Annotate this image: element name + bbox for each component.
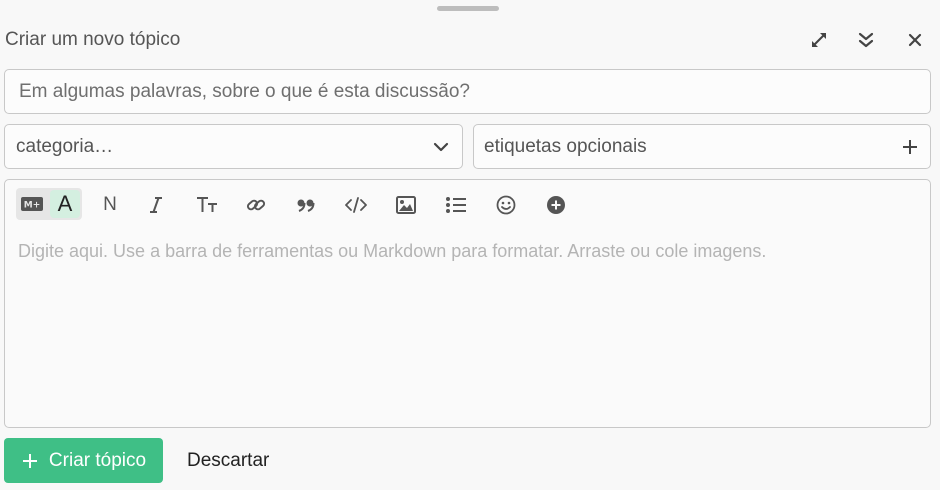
chevron-down-icon: [432, 138, 450, 161]
category-select[interactable]: categoria…: [4, 124, 463, 169]
rich-text-mode-label: A: [57, 191, 73, 216]
header-actions: [805, 26, 935, 54]
discard-button[interactable]: Descartar: [187, 450, 269, 472]
more-options-icon[interactable]: [541, 190, 571, 220]
bulleted-list-icon[interactable]: [441, 190, 471, 220]
resize-grip[interactable]: [437, 6, 499, 11]
editor-textarea[interactable]: [5, 230, 930, 427]
close-icon[interactable]: [903, 28, 927, 52]
topic-title-input[interactable]: [4, 69, 931, 114]
image-upload-icon[interactable]: [391, 190, 421, 220]
markdown-mode-label: M+: [24, 201, 41, 211]
blockquote-icon[interactable]: [291, 190, 321, 220]
italic-icon[interactable]: [141, 190, 171, 220]
category-selected-value: categoria…: [16, 136, 114, 157]
tags-input[interactable]: etiquetas opcionais: [473, 124, 931, 169]
rich-text-mode-button[interactable]: A: [50, 190, 80, 218]
editor: M+ A N: [4, 179, 931, 428]
text-style-glyph: N: [103, 194, 117, 215]
emoji-icon[interactable]: [491, 190, 521, 220]
create-topic-label: Criar tópico: [48, 449, 147, 471]
plus-icon[interactable]: [900, 137, 920, 162]
composer-title: Criar um novo tópico: [5, 29, 181, 50]
markdown-mode-icon[interactable]: M+: [16, 188, 48, 220]
editor-mode-toggle[interactable]: M+ A: [16, 188, 82, 220]
plus-icon: [21, 452, 39, 470]
expand-fullscreen-icon[interactable]: [807, 28, 831, 52]
collapse-icon[interactable]: [854, 28, 878, 52]
text-style-icon[interactable]: N: [95, 190, 125, 220]
tags-placeholder: etiquetas opcionais: [484, 136, 647, 157]
create-topic-button[interactable]: Criar tópico: [4, 438, 163, 483]
code-icon[interactable]: [341, 190, 371, 220]
link-icon[interactable]: [241, 190, 271, 220]
composer-header: Criar um novo tópico: [5, 26, 935, 54]
editor-toolbar: M+ A N: [5, 180, 930, 230]
heading-icon[interactable]: [192, 190, 222, 220]
